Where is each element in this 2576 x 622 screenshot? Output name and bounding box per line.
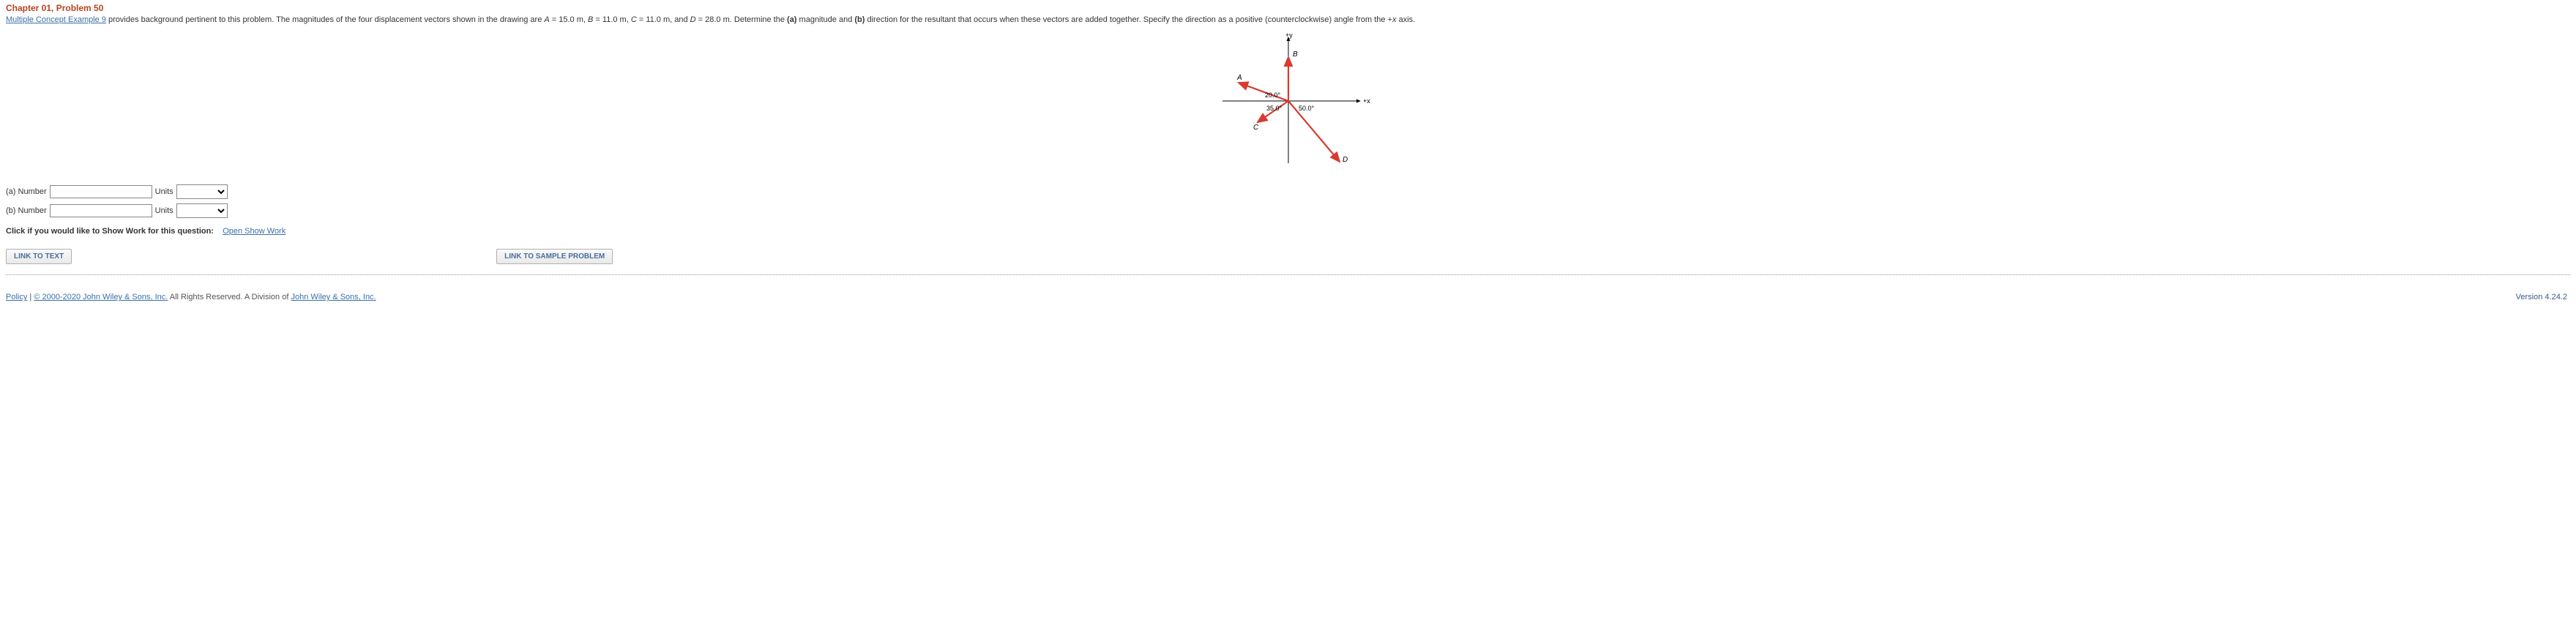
separator — [6, 274, 2570, 275]
part-a-label: (a) — [787, 15, 796, 24]
answer-a-label: (a) Number — [6, 187, 47, 196]
copyright-link-1[interactable]: © 2000-2020 John Wiley & Sons, Inc. — [34, 293, 168, 301]
answer-row-a: (a) Number Units — [6, 184, 2570, 199]
angle-A-label: 20.0° — [1265, 91, 1281, 99]
vec-B-label: B — [1293, 50, 1298, 59]
vector-diagram: 20.0° 35.0° 50.0° A B C D +y +x — [6, 31, 2570, 173]
version-label: Version 4.24.2 — [2516, 293, 2567, 301]
text: = 28.0 m. Determine the — [696, 15, 787, 24]
footer-sep: | — [27, 293, 34, 301]
plus-x-label: +x — [1363, 97, 1370, 105]
var-C: C — [631, 15, 637, 24]
open-show-work-link[interactable]: Open Show Work — [223, 227, 285, 236]
policy-link[interactable]: Policy — [6, 293, 27, 301]
part-b-label: (b) — [854, 15, 865, 24]
footer-mid: All Rights Reserved. A Division of — [168, 293, 291, 301]
copyright-link-2[interactable]: John Wiley & Sons, Inc. — [291, 293, 376, 301]
answer-a-number-input[interactable] — [50, 185, 152, 198]
text: = 15.0 m, — [550, 15, 588, 24]
show-work-row: Click if you would like to Show Work for… — [6, 227, 2570, 236]
chapter-problem-title: Chapter 01, Problem 50 — [6, 3, 2570, 13]
answer-b-units-label: Units — [155, 206, 173, 215]
angle-D-label: 50.0° — [1299, 105, 1315, 112]
vec-C-label: C — [1253, 124, 1259, 132]
text: axis. — [1397, 15, 1416, 24]
vec-A-label: A — [1236, 74, 1242, 82]
show-work-prefix: Click if you would like to Show Work for… — [6, 227, 214, 236]
concept-example-link[interactable]: Multiple Concept Example 9 — [6, 15, 106, 24]
plus-y-label: +y — [1285, 31, 1293, 39]
answer-b-number-input[interactable] — [50, 204, 152, 217]
text: = 11.0 m, — [593, 15, 630, 24]
vec-D-label: D — [1343, 156, 1348, 164]
text: provides background pertinent to this pr… — [106, 15, 544, 24]
problem-statement: Multiple Concept Example 9 provides back… — [6, 15, 2570, 26]
text: direction for the resultant that occurs … — [865, 15, 1392, 24]
var-A: A — [544, 15, 549, 24]
angle-B-label: 35.0° — [1266, 105, 1283, 112]
answer-a-units-select[interactable] — [176, 184, 228, 199]
answer-a-units-label: Units — [155, 187, 173, 196]
answer-row-b: (b) Number Units — [6, 203, 2570, 218]
text: = 11.0 m, and — [637, 15, 690, 24]
answer-b-label: (b) Number — [6, 206, 47, 215]
answer-b-units-select[interactable] — [176, 203, 228, 218]
footer: Policy | © 2000-2020 John Wiley & Sons, … — [6, 293, 2570, 301]
var-D: D — [690, 15, 696, 24]
link-to-text-button[interactable]: LINK TO TEXT — [6, 249, 72, 264]
link-to-sample-problem-button[interactable]: LINK TO SAMPLE PROBLEM — [496, 249, 613, 264]
text: magnitude and — [796, 15, 854, 24]
